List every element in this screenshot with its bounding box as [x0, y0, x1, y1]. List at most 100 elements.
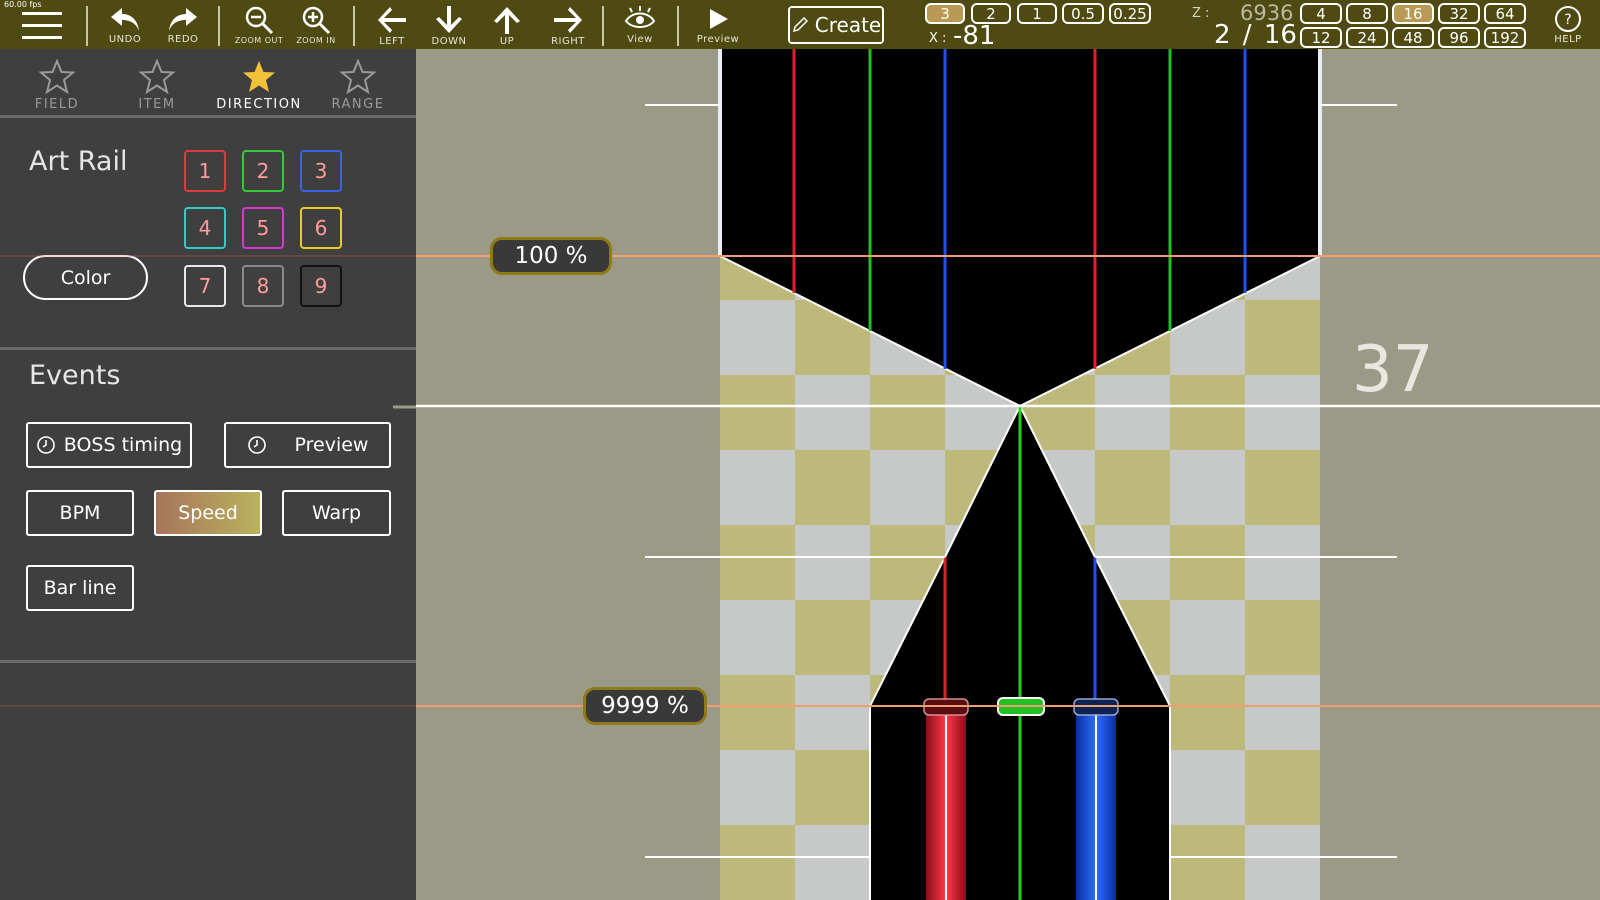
snap-32[interactable]: 32: [1438, 3, 1480, 24]
tab-direction[interactable]: DIRECTION: [213, 59, 305, 117]
left-button[interactable]: LEFT: [370, 0, 414, 49]
snap-48[interactable]: 48: [1392, 27, 1434, 48]
redo-label: REDO: [167, 34, 199, 45]
right-label: RIGHT: [551, 36, 585, 47]
arrow-left-icon: [378, 7, 406, 33]
zoom-in-icon: [302, 6, 331, 35]
star-outline-icon: [38, 59, 76, 95]
right-button[interactable]: RIGHT: [544, 0, 592, 49]
undo-icon: [111, 8, 139, 31]
play-icon: [710, 9, 728, 29]
clock-icon: [247, 436, 266, 454]
bar-line-button[interactable]: Bar line: [26, 565, 134, 611]
rail-8-button[interactable]: 8: [242, 265, 284, 307]
bpm-button[interactable]: BPM: [26, 490, 134, 536]
zoom-out-button[interactable]: ZOOM OUT: [228, 0, 290, 49]
tab-range[interactable]: RANGE: [313, 59, 403, 112]
rail-7-button[interactable]: 7: [184, 265, 226, 307]
measure-number: 37: [1352, 333, 1434, 407]
tab-field[interactable]: FIELD: [12, 59, 102, 112]
fps-counter: 60.00 fps: [4, 0, 42, 9]
z-label: Z :: [1192, 6, 1210, 21]
beat-fraction: 2 / 16: [1214, 20, 1297, 50]
tab-item-label: ITEM: [138, 97, 176, 112]
view-label: View: [627, 34, 653, 45]
division-0-5[interactable]: 0.5: [1062, 3, 1104, 24]
rail-6-button[interactable]: 6: [300, 207, 342, 249]
preview-event-button[interactable]: Preview: [224, 422, 391, 468]
undo-button[interactable]: UNDO: [102, 0, 148, 49]
rail-4-button[interactable]: 4: [184, 207, 226, 249]
tab-item[interactable]: ITEM: [112, 59, 202, 112]
boss-timing-label: BOSS timing: [63, 434, 183, 456]
rail-1-button[interactable]: 1: [184, 150, 226, 192]
preview-button[interactable]: Preview: [690, 0, 746, 49]
divider: [0, 660, 416, 663]
rail-5-button[interactable]: 5: [242, 207, 284, 249]
preview-event-label: Preview: [294, 434, 369, 456]
help-label: HELP: [1554, 34, 1582, 45]
down-button[interactable]: DOWN: [427, 0, 471, 49]
rail-2-button[interactable]: 2: [242, 150, 284, 192]
rail-9-button[interactable]: 9: [300, 265, 342, 307]
division-0-25[interactable]: 0.25: [1109, 3, 1151, 24]
star-outline-icon: [138, 59, 176, 95]
top-toolbar: UNDO REDO ZOOM OUT ZOOM IN LEFT DOWN UP …: [0, 0, 1600, 51]
color-button[interactable]: Color: [23, 255, 148, 300]
note-red[interactable]: [923, 698, 969, 716]
division-1[interactable]: 1: [1017, 3, 1057, 24]
note-green[interactable]: [997, 697, 1045, 716]
checker-grid: [720, 49, 1320, 900]
snap-24[interactable]: 24: [1346, 27, 1388, 48]
snap-96[interactable]: 96: [1438, 27, 1480, 48]
arrow-down-icon: [436, 6, 462, 33]
arrow-up-icon: [494, 7, 520, 34]
snap-64[interactable]: 64: [1484, 3, 1526, 24]
snap-4[interactable]: 4: [1300, 3, 1342, 24]
divider: [0, 115, 416, 118]
star-outline-icon: [339, 59, 377, 95]
snap-192[interactable]: 192: [1484, 27, 1526, 48]
warp-button[interactable]: Warp: [282, 490, 391, 536]
redo-icon: [169, 8, 197, 31]
tab-field-label: FIELD: [34, 97, 80, 112]
help-button[interactable]: ? HELP: [1546, 0, 1590, 49]
pencil-icon: [792, 16, 808, 33]
art-rail-title: Art Rail: [29, 146, 128, 177]
snap-12[interactable]: 12: [1300, 27, 1342, 48]
clock-icon: [36, 436, 55, 454]
up-button[interactable]: UP: [485, 0, 529, 49]
preview-label: Preview: [696, 34, 740, 45]
speed-button[interactable]: Speed: [154, 490, 262, 536]
rail-3-button[interactable]: 3: [300, 150, 342, 192]
zoom-out-icon: [245, 6, 274, 35]
zoom-in-label: ZOOM IN: [296, 36, 336, 45]
tab-direction-label: DIRECTION: [216, 97, 302, 112]
create-label: Create: [814, 13, 882, 37]
boss-timing-button[interactable]: BOSS timing: [26, 422, 192, 468]
left-panel: FIELD ITEM DIRECTION RANGE Art Rail Colo…: [0, 49, 416, 900]
snap-8[interactable]: 8: [1346, 3, 1388, 24]
help-icon: ?: [1555, 6, 1581, 32]
divider: [0, 347, 416, 350]
x-value: -81: [953, 21, 996, 51]
undo-label: UNDO: [108, 34, 142, 45]
hamburger-icon: [22, 12, 62, 39]
left-label: LEFT: [379, 36, 405, 47]
note-blue[interactable]: [1073, 698, 1119, 716]
down-label: DOWN: [431, 36, 467, 47]
eye-icon: [624, 6, 656, 28]
redo-button[interactable]: REDO: [160, 0, 206, 49]
speed-marker-bottom[interactable]: 9999 %: [583, 687, 707, 725]
star-filled-icon: [243, 61, 275, 92]
up-label: UP: [499, 36, 515, 47]
zoom-in-button[interactable]: ZOOM IN: [290, 0, 342, 49]
speed-marker-top[interactable]: 100 %: [490, 237, 612, 275]
zoom-out-label: ZOOM OUT: [234, 36, 284, 45]
x-label: X :: [929, 31, 947, 46]
tab-range-label: RANGE: [331, 97, 385, 112]
snap-16[interactable]: 16: [1392, 3, 1434, 24]
create-button[interactable]: Create: [788, 6, 884, 44]
svg-text:?: ?: [1564, 12, 1571, 28]
view-button[interactable]: View: [618, 0, 662, 49]
